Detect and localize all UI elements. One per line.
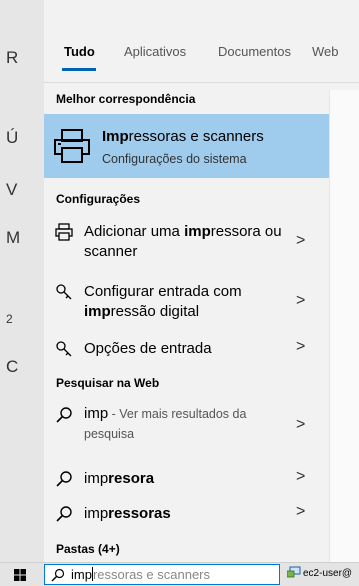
web-result-impressoras[interactable]: impressoras > (44, 503, 329, 527)
result-label: Opções de entrada (84, 340, 212, 357)
search-tabs: Tudo Aplicativos Documentos Web (44, 32, 359, 83)
section-web: Pesquisar na Web (56, 376, 160, 390)
background-letter: V (6, 180, 18, 199)
result-label: impresora (84, 470, 155, 487)
result-label: Configurar entrada com impressão digital (84, 283, 242, 320)
windows-start-icon[interactable] (14, 569, 26, 581)
search-input[interactable]: impressoras e scanners (71, 567, 210, 582)
result-input-options[interactable]: Opções de entrada > (44, 338, 329, 362)
tray-app[interactable]: ec2-user@ (287, 566, 352, 579)
search-icon (56, 407, 72, 423)
background-left-strip (0, 0, 44, 562)
best-match-subtitle: Configurações do sistema (102, 152, 247, 166)
tab-apps[interactable]: Aplicativos (124, 44, 186, 59)
best-match-result[interactable]: Impressoras e scanners Configurações do … (44, 114, 329, 178)
search-results-panel: Tudo Aplicativos Documentos Web Melhor c… (44, 0, 359, 562)
key-icon (56, 284, 72, 300)
best-match-title: Impressoras e scanners (102, 128, 264, 145)
key-icon (56, 341, 72, 357)
taskbar-search-box[interactable]: impressoras e scanners (44, 564, 280, 585)
section-folders: Pastas (4+) (56, 542, 120, 556)
chevron-right-icon[interactable]: > (296, 232, 305, 250)
printer-icon (54, 129, 90, 163)
search-icon (51, 568, 65, 582)
result-label: impressoras (84, 505, 171, 522)
result-label: imp - Ver mais resultados da pesquisa (84, 405, 247, 441)
result-add-printer[interactable]: Adicionar uma impressora ou scanner > (44, 220, 329, 264)
search-icon (56, 471, 72, 487)
chevron-right-icon[interactable]: > (296, 468, 305, 486)
tab-web[interactable]: Web (312, 44, 339, 59)
printer-icon (55, 223, 73, 241)
section-settings: Configurações (56, 192, 141, 206)
section-best-match: Melhor correspondência (56, 92, 196, 106)
background-letter: R (6, 48, 19, 67)
chevron-right-icon[interactable]: > (296, 338, 305, 356)
result-label: Adicionar uma impressora ou scanner (84, 223, 282, 260)
background-letter: M (6, 228, 21, 247)
tab-documents[interactable]: Documentos (218, 44, 291, 59)
chevron-right-icon[interactable]: > (296, 416, 305, 434)
result-fingerprint-setup[interactable]: Configurar entrada com impressão digital… (44, 280, 329, 324)
tab-all[interactable]: Tudo (64, 44, 95, 59)
background-letter: Ú (6, 128, 19, 147)
active-tab-indicator (62, 68, 96, 71)
taskbar: impressoras e scanners ec2-user@ (0, 562, 359, 586)
search-icon (56, 506, 72, 522)
preview-pane-edge (329, 90, 359, 562)
background-letter: C (6, 357, 19, 376)
web-result-impresora[interactable]: impresora > (44, 468, 329, 492)
chevron-right-icon[interactable]: > (296, 503, 305, 521)
chevron-right-icon[interactable]: > (296, 292, 305, 310)
web-result-imp[interactable]: imp - Ver mais resultados da pesquisa > (44, 404, 329, 448)
remote-desktop-icon (287, 566, 301, 578)
background-letter: 2 (6, 312, 13, 326)
